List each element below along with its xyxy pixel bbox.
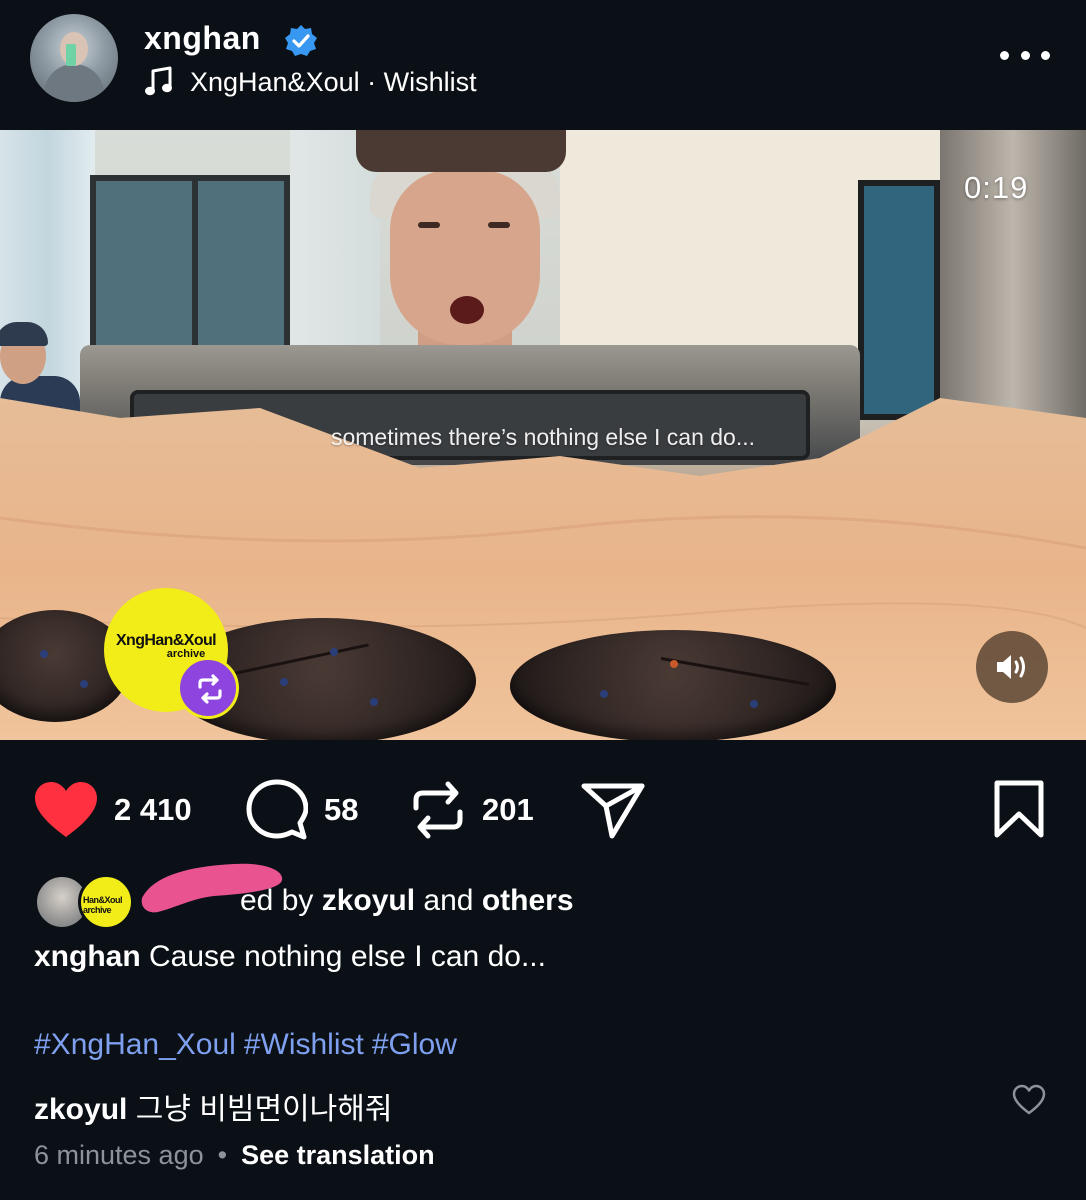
repost-button[interactable]: 201 bbox=[410, 770, 534, 850]
hashtag-link[interactable]: #Glow bbox=[372, 1028, 457, 1061]
video-scene-window bbox=[90, 175, 290, 365]
post-header: xnghan XngHan&Xoul · Wishlist bbox=[0, 0, 1086, 130]
comment-icon bbox=[246, 779, 308, 840]
music-note-icon bbox=[145, 66, 172, 96]
more-icon[interactable] bbox=[1000, 38, 1050, 72]
video-subtitle: sometimes there’s nothing else I can do.… bbox=[330, 424, 756, 450]
top-comment: zkoyul 그냥 비빔면이나해줘 bbox=[34, 1084, 392, 1128]
bookmark-icon[interactable] bbox=[992, 780, 1046, 838]
heart-filled-icon bbox=[35, 782, 97, 837]
see-translation-link[interactable]: See translation bbox=[241, 1140, 435, 1171]
like-button[interactable]: 2 410 bbox=[34, 770, 192, 850]
audio-track-label: XngHan&Xoul · Wishlist bbox=[190, 66, 477, 97]
liked-by-user[interactable]: zkoyul bbox=[322, 884, 415, 917]
comment-username[interactable]: zkoyul bbox=[34, 1093, 127, 1126]
comment-like-icon[interactable] bbox=[1012, 1084, 1046, 1116]
liker-avatar: Han&Xoul archive bbox=[78, 874, 134, 930]
comment-button[interactable]: 58 bbox=[246, 770, 358, 850]
comment-text: 그냥 비빔면이나해줘 bbox=[135, 1093, 393, 1126]
repost-icon bbox=[198, 674, 222, 704]
hashtag-link[interactable]: #XngHan_Xoul bbox=[34, 1028, 236, 1061]
action-bar: 2 410 58 201 bbox=[0, 770, 1086, 850]
repost-count: 201 bbox=[482, 792, 534, 827]
caption-text: Cause nothing else I can do... bbox=[149, 940, 546, 973]
meta-separator: • bbox=[217, 1140, 228, 1170]
video-timer: 0:19 bbox=[964, 170, 1029, 205]
hashtag-link[interactable]: #Wishlist bbox=[244, 1028, 364, 1061]
video-scene-cookie bbox=[510, 630, 836, 740]
speaker-icon bbox=[997, 655, 1025, 679]
repost-badge bbox=[177, 657, 239, 719]
share-icon bbox=[581, 783, 645, 839]
user-avatar[interactable] bbox=[30, 14, 118, 102]
audio-track-link[interactable]: XngHan&Xoul · Wishlist bbox=[144, 64, 477, 100]
video-scene-person bbox=[356, 130, 570, 370]
liked-by-others[interactable]: others bbox=[482, 884, 574, 917]
sound-toggle-button[interactable] bbox=[976, 631, 1048, 703]
repost-icon bbox=[413, 781, 463, 839]
comment-count: 58 bbox=[324, 792, 359, 827]
verified-badge-icon bbox=[285, 25, 317, 56]
like-count: 2 410 bbox=[114, 792, 192, 827]
caption-username[interactable]: xnghan bbox=[34, 940, 141, 973]
video-scene-door bbox=[858, 180, 940, 420]
comment-timestamp: 6 minutes ago bbox=[34, 1140, 204, 1170]
username[interactable]: xnghan bbox=[144, 20, 261, 57]
post-caption: xnghan Cause nothing else I can do... bbox=[34, 940, 546, 974]
comment-meta: 6 minutes ago • See translation bbox=[34, 1140, 435, 1171]
video-player[interactable]: sometimes there’s nothing else I can do.… bbox=[0, 130, 1086, 740]
hashtag-list: #XngHan_Xoul #Wishlist #Glow bbox=[34, 1028, 465, 1062]
liked-by-prefix: ed by bbox=[240, 884, 322, 917]
share-button[interactable] bbox=[580, 770, 646, 850]
